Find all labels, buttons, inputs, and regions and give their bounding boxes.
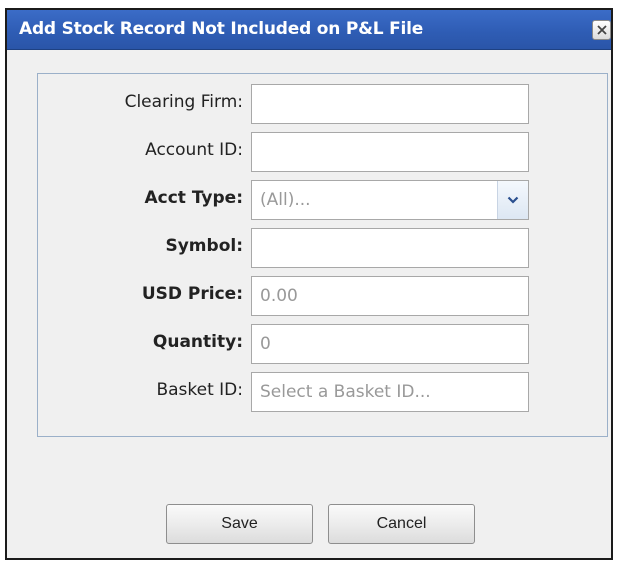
acct-type-select[interactable]: (All)... <box>251 180 529 220</box>
dialog-title: Add Stock Record Not Included on P&L Fil… <box>19 19 424 39</box>
cancel-button[interactable]: Cancel <box>328 504 475 544</box>
symbol-label: Symbol: <box>165 236 243 256</box>
basket-id-label: Basket ID: <box>156 380 243 400</box>
quantity-input[interactable] <box>251 324 529 364</box>
quantity-label: Quantity: <box>152 332 243 352</box>
usd-price-input[interactable] <box>251 276 529 316</box>
add-stock-record-dialog: Add Stock Record Not Included on P&L Fil… <box>5 8 613 560</box>
row-acct-type: Acct Type: (All)... <box>38 180 609 220</box>
form-fieldset: Clearing Firm: Account ID: Acct Type: (A… <box>37 73 608 437</box>
account-id-input[interactable] <box>251 132 529 172</box>
acct-type-selected-value: (All)... <box>260 190 311 210</box>
clearing-firm-label: Clearing Firm: <box>124 92 243 112</box>
row-usd-price: USD Price: <box>38 276 609 316</box>
row-basket-id: Basket ID: <box>38 372 609 412</box>
symbol-input[interactable] <box>251 228 529 268</box>
row-clearing-firm: Clearing Firm: <box>38 84 609 124</box>
acct-type-label: Acct Type: <box>144 188 243 208</box>
clearing-firm-input[interactable] <box>251 84 529 124</box>
dialog-titlebar: Add Stock Record Not Included on P&L Fil… <box>7 10 611 50</box>
row-symbol: Symbol: <box>38 228 609 268</box>
account-id-label: Account ID: <box>145 140 243 160</box>
row-account-id: Account ID: <box>38 132 609 172</box>
row-quantity: Quantity: <box>38 324 609 364</box>
save-button[interactable]: Save <box>166 504 313 544</box>
chevron-down-icon <box>507 196 519 204</box>
close-button[interactable] <box>592 20 611 40</box>
basket-id-input[interactable] <box>251 372 529 412</box>
acct-type-dropdown-button[interactable] <box>497 181 528 219</box>
close-icon <box>596 25 607 35</box>
usd-price-label: USD Price: <box>141 284 243 304</box>
